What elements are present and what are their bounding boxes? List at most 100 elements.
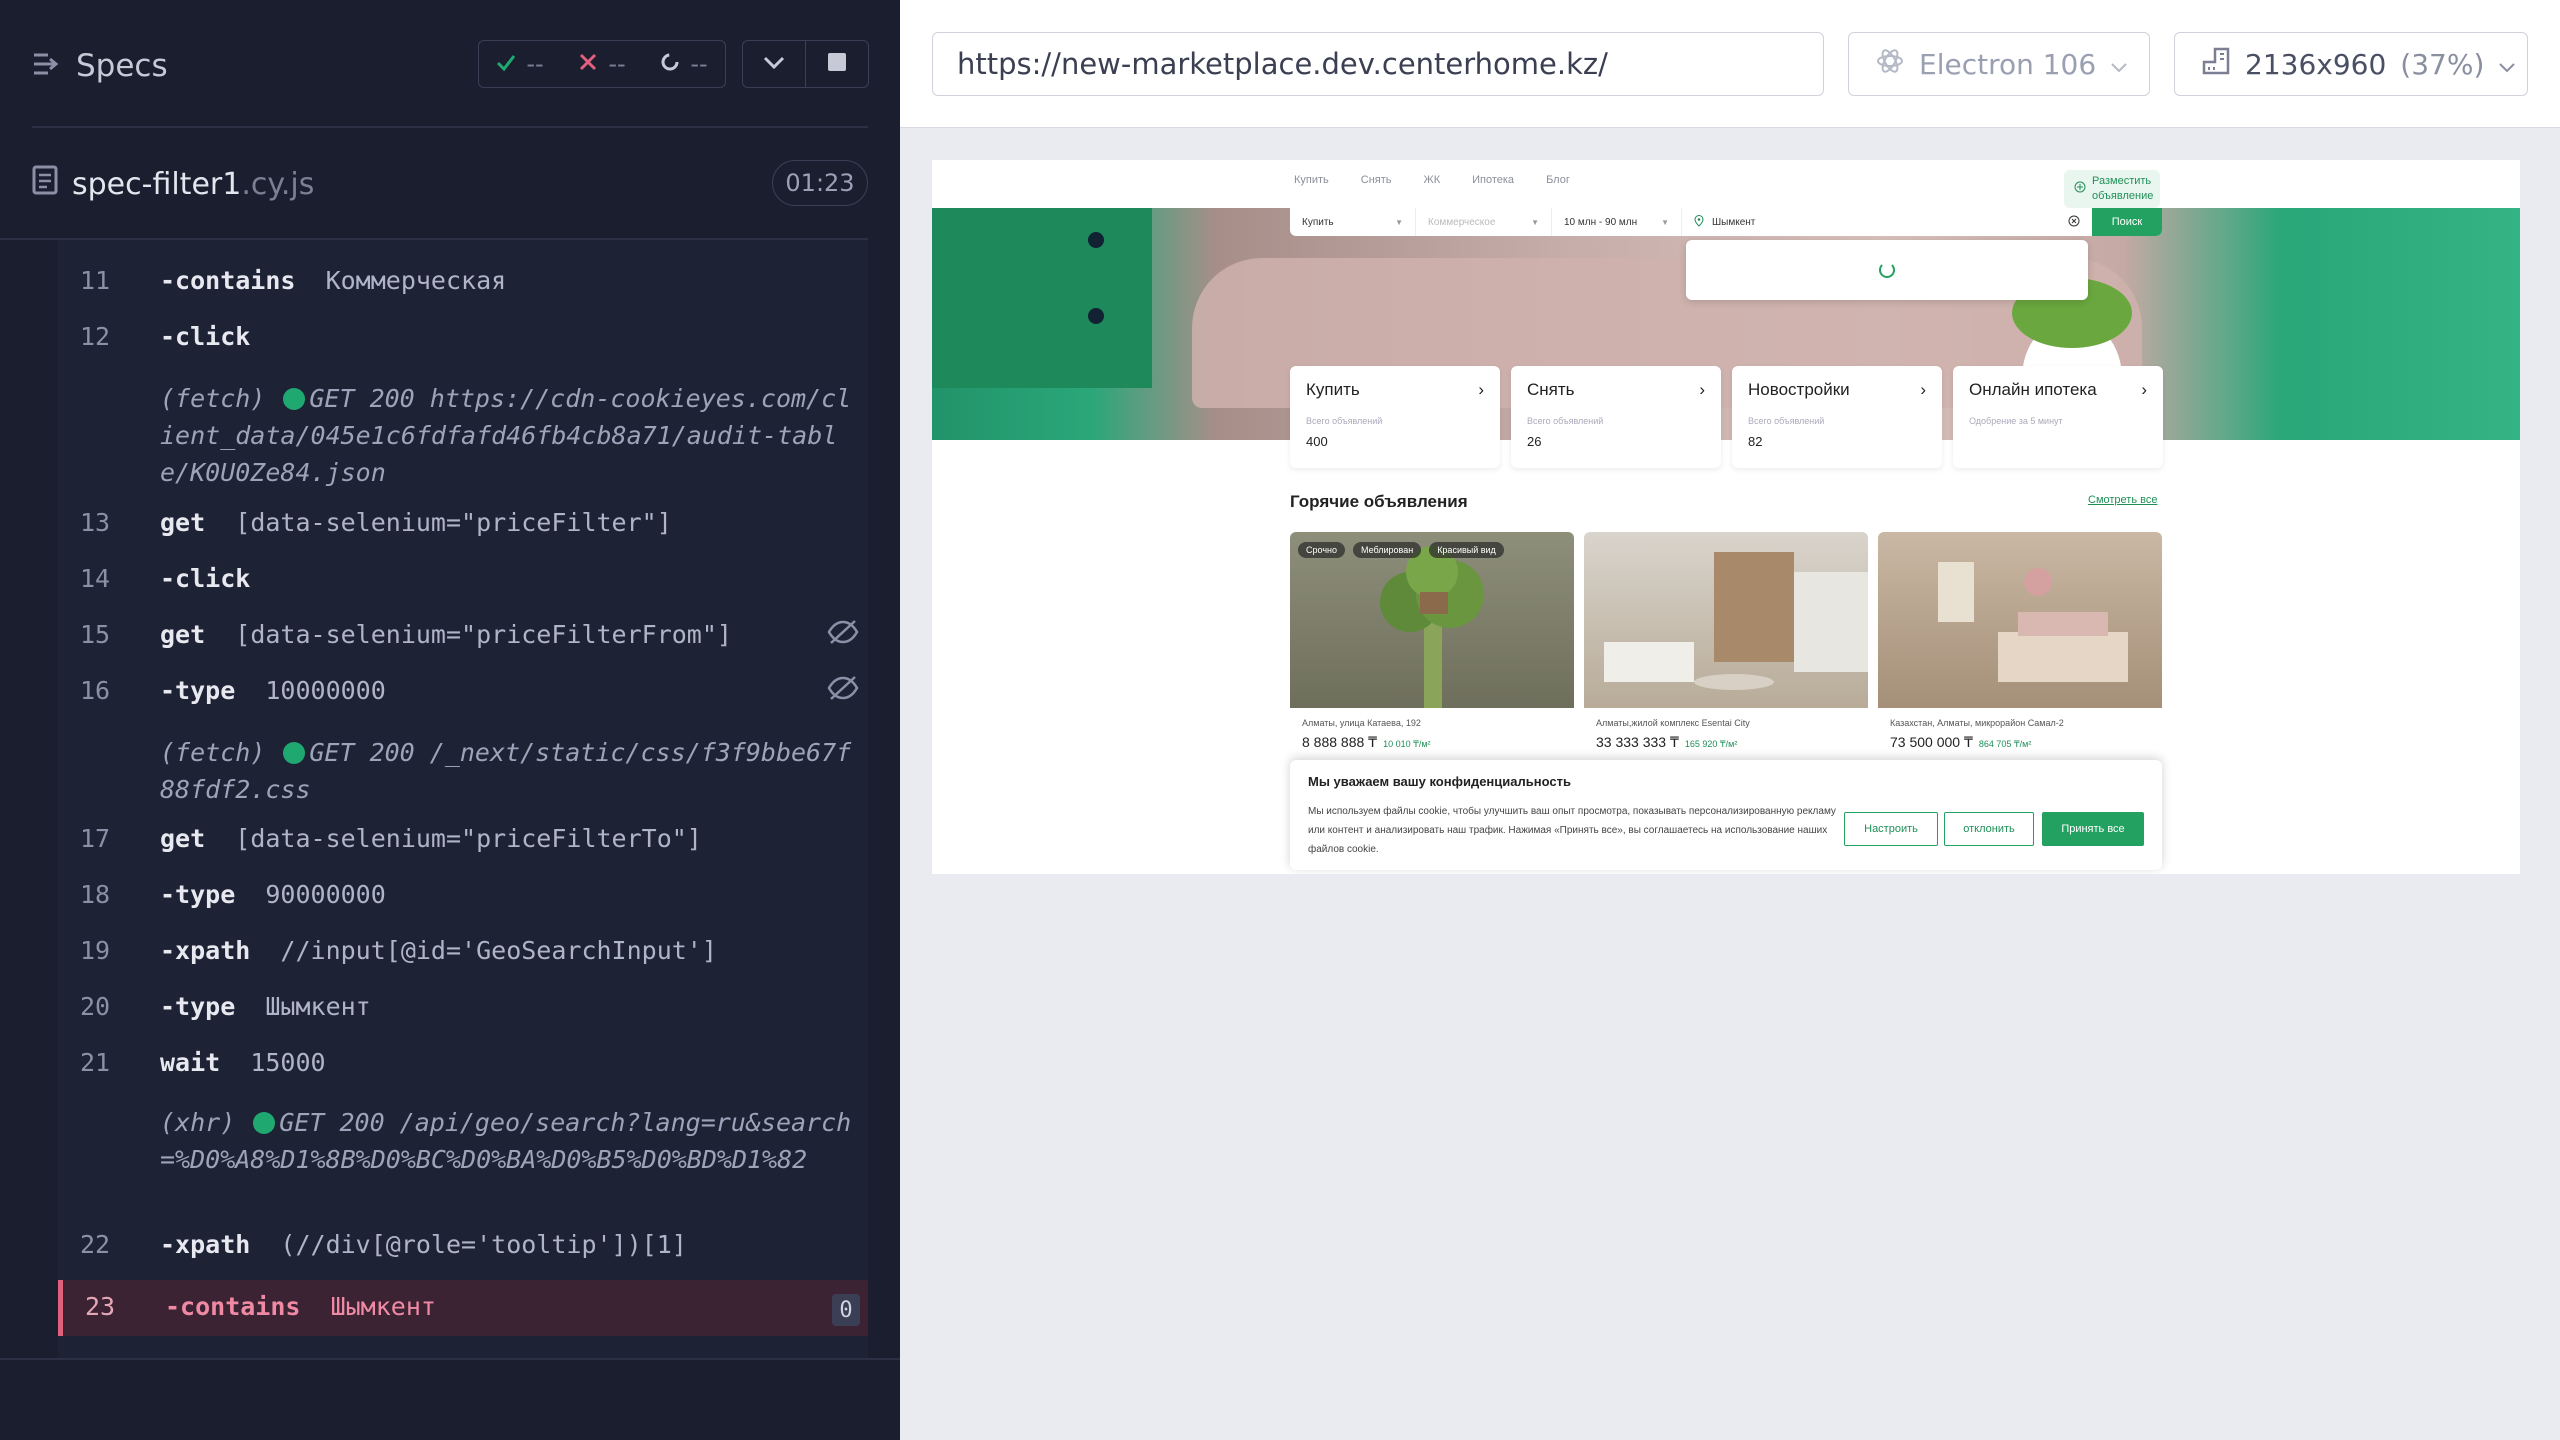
status-dot-icon — [253, 1112, 276, 1134]
document-icon — [32, 165, 58, 203]
command-row[interactable]: 14 -click — [58, 564, 868, 604]
see-all-link[interactable]: Смотреть все — [2088, 494, 2157, 506]
cookie-reject-button[interactable]: отклонить — [1944, 812, 2034, 846]
search-button[interactable]: Поиск — [2092, 208, 2162, 236]
deal-value: Купить — [1302, 216, 1334, 228]
price-filter[interactable]: 10 млн - 90 млн ▼ — [1552, 208, 1682, 236]
category-card[interactable]: Купить › Всего объявлений 400 — [1290, 366, 1500, 468]
loading-spinner-icon — [1879, 262, 1895, 278]
command-row[interactable]: 21 wait 15000 — [58, 1048, 868, 1088]
type-placeholder: Коммерческое — [1428, 216, 1496, 228]
specs-header[interactable]: Specs — [32, 40, 168, 92]
nav-item[interactable]: Купить — [1294, 174, 1329, 186]
command-row[interactable]: 16 -type 10000000 — [58, 676, 868, 716]
network-log[interactable]: (fetch) GET 200 https://cdn-cookieyes.com… — [160, 380, 860, 491]
type-select[interactable]: Коммерческое ▼ — [1416, 208, 1552, 236]
chevron-right-icon: › — [2141, 380, 2147, 399]
command-row[interactable]: 15 get [data-selenium="priceFilterFrom"] — [58, 620, 868, 660]
command-row[interactable]: 20 -type Шымкент — [58, 992, 868, 1032]
command-name: -xpath — [160, 936, 251, 965]
search-bar: Купить ▼ Коммерческое ▼ 10 млн - 90 млн ▼ Ш… — [1290, 208, 2162, 236]
element-count-badge: 0 — [832, 1294, 860, 1326]
plus-circle-icon — [2074, 181, 2086, 198]
nav-item[interactable]: Ипотека — [1472, 174, 1514, 186]
command-number: 13 — [80, 508, 111, 537]
network-log[interactable]: (fetch) GET 200 /_next/static/css/f3f9bbe… — [160, 734, 860, 808]
category-title: Новостройки — [1748, 380, 1850, 399]
passed-stat: -- — [496, 50, 544, 78]
listing-price-row: 8 888 888 ₸ 10 010 ₸/м² — [1302, 734, 1431, 751]
listing-photo — [1290, 532, 1574, 708]
browser-name: Electron 106 — [1919, 47, 2097, 81]
command-number: 20 — [80, 992, 111, 1021]
failed-command-row[interactable]: 23 -contains Шымкент 0 — [58, 1280, 868, 1336]
expand-toggle-button[interactable] — [742, 40, 806, 88]
hot-listings-title: Горячие объявления — [1290, 492, 1468, 511]
command-name: -click — [160, 322, 251, 351]
command-row[interactable]: 22 -xpath (//div[@role='tooltip'])[1] — [58, 1230, 868, 1270]
category-count: 26 — [1527, 434, 1542, 449]
command-row[interactable]: 13 get [data-selenium="priceFilter"] — [58, 508, 868, 548]
stop-button[interactable] — [805, 40, 869, 88]
status-dot-icon — [283, 742, 306, 764]
deal-select[interactable]: Купить ▼ — [1290, 208, 1416, 236]
command-number: 17 — [80, 824, 111, 853]
spec-file-header[interactable]: spec-filter1.cy.js — [32, 160, 314, 208]
check-icon — [496, 50, 516, 78]
command-arg: (//div[@role='tooltip'])[1] — [280, 1230, 687, 1259]
command-name: -contains — [165, 1292, 301, 1321]
command-number: 11 — [80, 266, 111, 295]
clear-icon[interactable] — [2068, 215, 2080, 230]
cookie-customize-button[interactable]: Настроить — [1844, 812, 1938, 846]
command-name: get — [160, 824, 206, 853]
nav-item[interactable]: ЖК — [1424, 174, 1441, 186]
cookie-accept-button[interactable]: Принять все — [2042, 812, 2144, 846]
command-arg: [data-selenium="priceFilter"] — [235, 508, 672, 537]
category-sub: Всего объявлений — [1748, 416, 1825, 426]
category-count: 82 — [1748, 434, 1763, 449]
listing-address: Алматы, улица Катаева, 192 — [1302, 718, 1421, 728]
stop-icon — [827, 52, 847, 76]
price-per-m2: 10 010 ₸/м² — [1383, 739, 1431, 749]
command-log[interactable]: 11 -contains Коммерческая 12 -click (fet… — [58, 240, 868, 1360]
log-type: (xhr) — [160, 1108, 236, 1137]
ruler-icon — [2201, 46, 2231, 83]
eye-slash-icon[interactable] — [826, 618, 860, 652]
specs-list-icon[interactable] — [32, 51, 62, 81]
specs-title: Specs — [76, 48, 168, 84]
network-log[interactable]: (xhr) GET 200 /api/geo/search?lang=ru&sea… — [160, 1104, 860, 1178]
viewport-selector[interactable]: 2136x960 (37%) — [2174, 32, 2528, 96]
cypress-runner: Specs -- -- -- spec-filter1.cy.js 01:23 … — [0, 0, 2560, 1440]
command-name: get — [160, 508, 206, 537]
command-row[interactable]: 18 -type 90000000 — [58, 880, 868, 920]
post-ad-button[interactable]: Разместить объявление — [2064, 170, 2160, 208]
spec-file-ext: .cy.js — [241, 166, 315, 202]
category-title: Снять — [1527, 380, 1575, 399]
category-card[interactable]: Снять › Всего объявлений 26 — [1511, 366, 1721, 468]
geo-search-input[interactable]: Шымкент — [1682, 208, 2092, 236]
command-number: 23 — [85, 1292, 116, 1321]
nav-item[interactable]: Блог — [1546, 174, 1570, 186]
chevron-right-icon: › — [1478, 380, 1484, 399]
failed-count: -- — [608, 50, 626, 78]
command-row[interactable]: 19 -xpath //input[@id='GeoSearchInput'] — [58, 936, 868, 976]
category-card[interactable]: Онлайн ипотека › Одобрение за 5 минут — [1953, 366, 2163, 468]
app-under-test-frame[interactable]: Купить Снять ЖК Ипотека Блог Разместить … — [932, 160, 2520, 874]
command-row[interactable]: 12 -click — [58, 322, 868, 362]
cookie-text: Мы используем файлы cookie, чтобы улучши… — [1308, 806, 1836, 855]
nav-item[interactable]: Снять — [1361, 174, 1392, 186]
broccoli-image — [1380, 546, 1484, 708]
tag-badge: Красивый вид — [1429, 542, 1504, 558]
command-row[interactable]: 17 get [data-selenium="priceFilterTo"] — [58, 824, 868, 864]
category-title: Онлайн ипотека — [1969, 380, 2097, 399]
url-bar[interactable]: https://new-marketplace.dev.centerhome.k… — [932, 32, 1824, 96]
browser-selector[interactable]: Electron 106 — [1848, 32, 2150, 96]
eye-slash-icon[interactable] — [826, 674, 860, 708]
command-arg: //input[@id='GeoSearchInput'] — [280, 936, 717, 965]
site-nav: Купить Снять ЖК Ипотека Блог — [1294, 174, 1570, 186]
command-number: 22 — [80, 1230, 111, 1259]
command-row[interactable]: 11 -contains Коммерческая — [58, 266, 868, 306]
chevron-right-icon: › — [1699, 380, 1705, 399]
category-card[interactable]: Новостройки › Всего объявлений 82 — [1732, 366, 1942, 468]
cabinet-image — [932, 208, 1152, 388]
